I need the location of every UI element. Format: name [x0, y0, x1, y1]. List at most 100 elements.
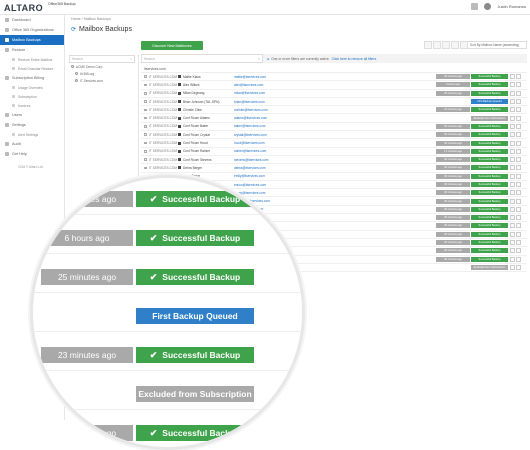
edit-icon[interactable]: [424, 41, 432, 49]
edit-icon[interactable]: [510, 231, 515, 237]
sidebar-item[interactable]: Restore Entire Mailbox: [0, 55, 64, 64]
row-checkbox[interactable]: [144, 141, 147, 145]
mailbox-email[interactable]: brian@itservices.com: [234, 100, 265, 104]
chevron-down-icon[interactable]: [516, 140, 521, 146]
mailbox-email[interactable]: hood@itservices.com: [234, 141, 265, 145]
chevron-down-icon[interactable]: [516, 173, 521, 179]
table-row[interactable]: IT SERVICES.COM Milan Degnang milan@itserv…: [141, 90, 527, 98]
backup-icon[interactable]: [433, 41, 441, 49]
edit-icon[interactable]: [510, 123, 515, 129]
table-row[interactable]: IT SERVICES.COM Conf Room Baker baker@itse…: [141, 123, 527, 132]
edit-icon[interactable]: [510, 215, 515, 221]
row-checkbox[interactable]: [144, 116, 147, 120]
edit-icon[interactable]: [510, 148, 515, 154]
edit-icon[interactable]: [510, 182, 515, 187]
chevron-down-icon[interactable]: [516, 256, 521, 262]
user-name[interactable]: Justin Romanos: [497, 4, 526, 9]
remove-filters-link[interactable]: Click here to remove all filters.: [332, 57, 377, 61]
table-row[interactable]: IT SERVICES.COM Debra Berger debra@itservi…: [141, 164, 527, 173]
edit-icon[interactable]: [510, 82, 515, 88]
row-checkbox[interactable]: [144, 108, 147, 112]
chevron-down-icon[interactable]: [516, 123, 521, 129]
sidebar-item[interactable]: Get Help: [0, 149, 64, 159]
chevron-down-icon[interactable]: [516, 190, 521, 196]
chevron-down-icon[interactable]: [516, 240, 521, 246]
edit-icon[interactable]: [510, 140, 515, 146]
chevron-down-icon[interactable]: [516, 165, 521, 171]
edit-icon[interactable]: [510, 206, 515, 212]
close-icon[interactable]: ×: [258, 57, 260, 61]
sidebar-item[interactable]: Restore: [0, 45, 64, 55]
row-checkbox[interactable]: [144, 91, 147, 95]
chevron-down-icon[interactable]: [516, 99, 521, 105]
edit-icon[interactable]: [510, 264, 515, 270]
edit-icon[interactable]: [510, 248, 515, 254]
mailbox-email[interactable]: crystal@itservices.com: [234, 133, 267, 137]
mailbox-email[interactable]: rainier@itservices.com: [234, 149, 266, 153]
chevron-down-icon[interactable]: [516, 206, 521, 212]
breadcrumb[interactable]: Home / Mailbox Backups: [71, 17, 111, 21]
notifications-icon[interactable]: [471, 3, 479, 10]
chevron-down-icon[interactable]: [516, 223, 521, 229]
row-checkbox[interactable]: [144, 133, 147, 137]
chevron-down-icon[interactable]: [516, 148, 521, 154]
sidebar-item[interactable]: Invoices: [0, 101, 64, 110]
mailbox-email[interactable]: alex@itservices.com: [234, 83, 263, 87]
table-row[interactable]: IT SERVICES.COM Mattie Klaus mattie@itserv…: [141, 73, 527, 82]
chevron-down-icon[interactable]: [516, 231, 521, 237]
table-row[interactable]: IT SERVICES.COM Conf Room Crystal crystal@…: [141, 131, 527, 140]
edit-icon[interactable]: [510, 90, 515, 96]
edit-icon[interactable]: [510, 240, 515, 246]
sort-select[interactable]: Sort By Mailbox Name (ascending): [467, 41, 527, 49]
table-row[interactable]: IT SERVICES.COM Conf Room Hood hood@itserv…: [141, 139, 527, 148]
tree-node[interactable]: Hr365.org: [66, 70, 138, 77]
chevron-down-icon[interactable]: [516, 248, 521, 254]
chevron-down-icon[interactable]: [516, 157, 521, 163]
mailbox-search-input[interactable]: Search ×: [141, 54, 263, 63]
sidebar-item[interactable]: Subscription Billing: [0, 73, 64, 83]
row-checkbox[interactable]: [144, 75, 147, 78]
mailbox-email[interactable]: mattie@itservices.com: [234, 75, 266, 79]
restore-icon[interactable]: [442, 41, 450, 49]
row-checkbox[interactable]: [144, 158, 147, 161]
sidebar-item[interactable]: Subscription: [0, 92, 64, 101]
radio-icon[interactable]: [75, 79, 78, 82]
tree-node[interactable]: ACME Demo Corp: [66, 63, 138, 70]
edit-icon[interactable]: [510, 157, 515, 163]
chevron-down-icon[interactable]: [516, 215, 521, 221]
chevron-down-icon[interactable]: [516, 132, 521, 138]
sidebar-item[interactable]: Alert Settings: [0, 130, 64, 139]
edit-icon[interactable]: [510, 74, 515, 80]
edit-icon[interactable]: [510, 223, 515, 229]
mailbox-email[interactable]: baker@itservices.com: [234, 124, 265, 128]
table-row[interactable]: IT SERVICES.COM Conf Room Stevens stevens@…: [141, 156, 527, 165]
edit-icon[interactable]: [510, 190, 515, 196]
row-checkbox[interactable]: [144, 83, 147, 87]
chevron-down-icon[interactable]: [516, 264, 521, 270]
edit-icon[interactable]: [510, 198, 515, 204]
radio-icon[interactable]: [75, 72, 78, 75]
mailbox-email[interactable]: milan@itservices.com: [234, 91, 265, 95]
chevron-down-icon[interactable]: [516, 82, 521, 88]
sidebar-item[interactable]: Office 365 Organizations: [0, 25, 64, 35]
row-checkbox[interactable]: [144, 166, 147, 170]
chevron-down-icon[interactable]: [516, 74, 521, 80]
edit-icon[interactable]: [510, 132, 515, 138]
chevron-down-icon[interactable]: [516, 198, 521, 204]
sidebar-item[interactable]: Usage Overview: [0, 83, 64, 92]
table-row[interactable]: IT SERVICES.COM Brian Johnson (TAL.SPN) br…: [141, 98, 527, 107]
chevron-down-icon[interactable]: [516, 107, 521, 113]
refresh-icon[interactable]: ⟳: [71, 26, 76, 33]
edit-icon[interactable]: [510, 99, 515, 105]
edit-icon[interactable]: [510, 256, 515, 262]
row-checkbox[interactable]: [144, 125, 147, 128]
row-checkbox[interactable]: [144, 100, 147, 103]
edit-icon[interactable]: [510, 165, 515, 171]
delete-icon[interactable]: [451, 41, 459, 49]
mailbox-email[interactable]: adams@itservices.com: [234, 116, 267, 120]
tree-search-input[interactable]: Search ⌕: [69, 55, 135, 63]
tree-node[interactable]: IT-Services.com: [66, 77, 138, 84]
mailbox-email[interactable]: debra@itservices.com: [234, 166, 266, 170]
sidebar-item[interactable]: Users: [0, 110, 64, 120]
table-row[interactable]: IT SERVICES.COM Christie Cline christie@it…: [141, 106, 527, 115]
